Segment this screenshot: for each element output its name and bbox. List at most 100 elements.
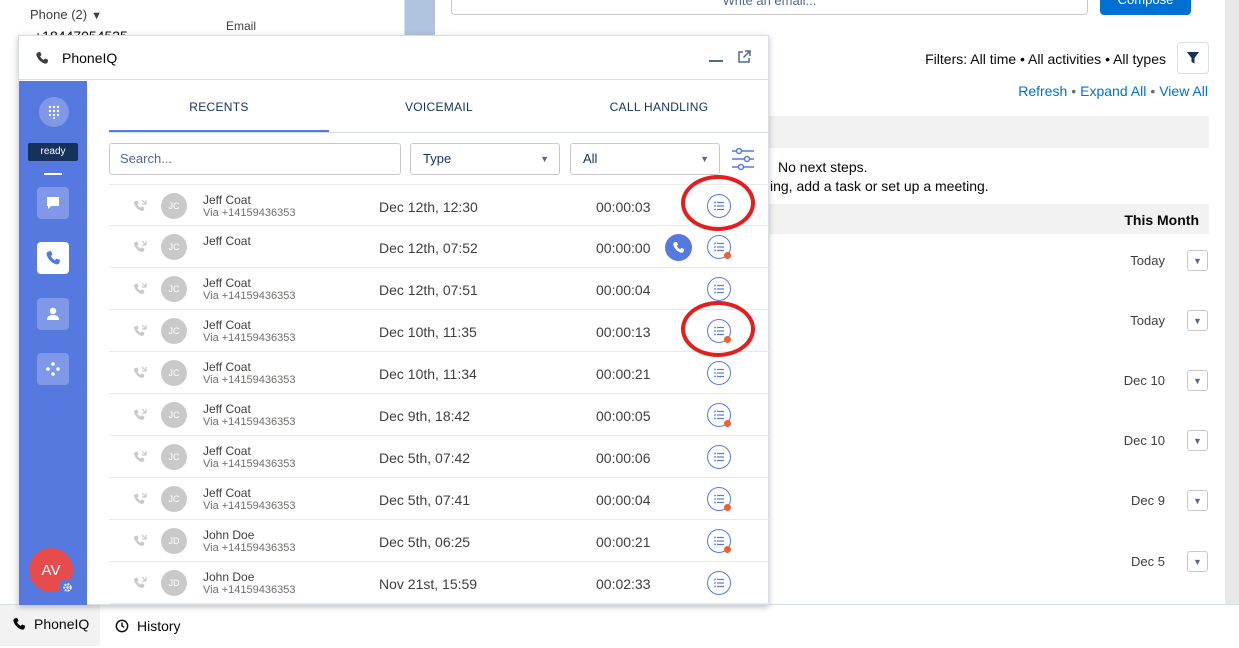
clock-icon [115, 619, 129, 632]
contact-name[interactable]: Jeff Coat [203, 276, 251, 290]
contact-initials: JC [161, 193, 187, 219]
filter-icon [1187, 52, 1199, 64]
call-row[interactable]: JC Jeff Coat Via +14159436353 Dec 10th, 11:… [109, 352, 769, 394]
contact-initials: JC [161, 318, 187, 344]
via-number: Via +14159436353 [203, 542, 296, 554]
contact-name[interactable]: Jeff Coat [203, 360, 251, 374]
call-date: Dec 12th, 07:51 [379, 282, 478, 298]
timeline-item-menu-button[interactable]: ▼ [1187, 250, 1208, 271]
call-duration: 00:00:13 [596, 324, 651, 340]
call-notes-button[interactable] [707, 277, 731, 301]
missed-call-icon [134, 199, 147, 211]
timeline-item-date: Today [1130, 313, 1165, 328]
minimize-icon[interactable] [709, 60, 723, 62]
contact-name[interactable]: John Doe [203, 570, 254, 584]
phone-field-label[interactable]: Phone (2) ▼ [30, 7, 102, 22]
recents-content: RECENTS VOICEMAIL CALL HANDLING Search..… [88, 81, 769, 605]
sliders-icon[interactable] [731, 146, 755, 172]
phone-icon [673, 241, 685, 253]
call-row[interactable]: JD John Doe Via +14159436353 Dec 5th, 06:25… [109, 520, 769, 562]
refresh-link[interactable]: Refresh [1018, 83, 1067, 99]
popout-icon[interactable] [737, 50, 751, 64]
list-icon [713, 577, 725, 589]
timeline-item-menu-button[interactable]: ▼ [1187, 430, 1208, 451]
call-row[interactable]: JC Jeff Coat Via +14159436353 Dec 5th, 07:4… [109, 436, 769, 478]
call-notes-button[interactable] [707, 361, 731, 385]
call-back-button[interactable] [665, 234, 692, 261]
call-notes-button[interactable] [707, 571, 731, 595]
tab-call-handling[interactable]: CALL HANDLING [549, 81, 769, 132]
call-row[interactable]: JC Jeff Coat Via +14159436353 Dec 12th, 12:… [109, 184, 769, 226]
contact-name[interactable]: Jeff Coat [203, 486, 251, 500]
contact-initials: JC [161, 360, 187, 386]
list-icon [713, 535, 725, 547]
status-divider [44, 173, 62, 175]
missed-call-icon [134, 240, 147, 252]
notes-indicator-dot [724, 252, 731, 259]
contact-name[interactable]: Jeff Coat [203, 444, 251, 458]
phoneiq-sidebar: ready AV [19, 81, 87, 605]
gear-icon[interactable] [59, 579, 75, 595]
call-row[interactable]: JC Jeff Coat Dec 12th, 07:52 00:00:00 [109, 226, 769, 268]
timeline-item-menu-button[interactable]: ▼ [1187, 310, 1208, 331]
call-row[interactable]: JC Jeff Coat Via +14159436353 Dec 9th, 18:4… [109, 394, 769, 436]
search-input[interactable]: Search... [109, 143, 401, 175]
call-date: Dec 10th, 11:35 [379, 324, 477, 340]
via-number: Via +14159436353 [203, 332, 296, 344]
scope-select[interactable]: All ▼ [570, 143, 720, 175]
tab-voicemail[interactable]: VOICEMAIL [329, 81, 549, 132]
call-duration: 00:02:33 [596, 576, 651, 592]
email-compose-input[interactable]: Write an email... [451, 0, 1088, 15]
contacts-button[interactable] [37, 298, 69, 330]
scope-select-value: All [583, 151, 598, 166]
view-all-link[interactable]: View All [1159, 83, 1208, 99]
list-icon [713, 409, 725, 421]
integrations-button[interactable] [37, 353, 69, 385]
call-duration: 00:00:00 [596, 240, 651, 256]
timeline-item-menu-button[interactable]: ▼ [1187, 490, 1208, 511]
tab-recents[interactable]: RECENTS [109, 81, 329, 132]
utility-phoneiq-tab[interactable]: PhoneIQ [0, 605, 100, 646]
contact-initials: JC [161, 276, 187, 302]
messages-button[interactable] [37, 187, 69, 219]
missed-call-icon [134, 324, 147, 336]
chevron-down-icon[interactable]: ▼ [91, 10, 102, 22]
call-row[interactable]: JC Jeff Coat Via +14159436353 Dec 10th, 11:… [109, 310, 769, 352]
timeline-item-date: Dec 5 [1131, 554, 1165, 569]
filter-button[interactable] [1177, 42, 1209, 74]
compose-button[interactable]: Compose [1100, 0, 1191, 15]
contact-name[interactable]: Jeff Coat [203, 234, 251, 248]
dialpad-button[interactable] [39, 97, 69, 127]
utility-history-tab[interactable]: History [115, 605, 181, 646]
call-date: Dec 9th, 18:42 [379, 408, 471, 424]
contact-name[interactable]: John Doe [203, 528, 254, 542]
phone-icon [46, 251, 60, 265]
contact-name[interactable]: Jeff Coat [203, 402, 251, 416]
call-row[interactable]: JC Jeff Coat Via +14159436353 Dec 5th, 07:4… [109, 478, 769, 520]
call-row[interactable]: JC Jeff Coat Via +14159436353 Dec 12th, 07:… [109, 268, 769, 310]
via-number: Via +14159436353 [203, 207, 296, 219]
contact-initials: JD [161, 528, 187, 554]
timeline-item-date: Dec 9 [1131, 493, 1165, 508]
no-next-steps-text: No next steps. [778, 159, 868, 175]
call-row[interactable]: JD John Doe Via +14159436353 Nov 21st, 15:5… [109, 562, 769, 604]
timeline-item-menu-button[interactable]: ▼ [1187, 551, 1208, 572]
call-date: Dec 12th, 07:52 [379, 240, 478, 256]
via-number: Via +14159436353 [203, 416, 296, 428]
status-badge[interactable]: ready [28, 143, 78, 161]
call-notes-button[interactable] [707, 445, 731, 469]
utility-bar: PhoneIQ History [0, 604, 1239, 648]
panel-header: PhoneIQ [19, 36, 768, 80]
page-scrollbar[interactable] [1225, 0, 1239, 605]
call-date: Dec 12th, 12:30 [379, 199, 478, 215]
call-duration: 00:00:05 [596, 408, 651, 424]
type-select[interactable]: Type ▼ [410, 143, 560, 175]
calls-button[interactable] [37, 242, 69, 274]
timeline-item-menu-button[interactable]: ▼ [1187, 370, 1208, 391]
call-duration: 00:00:21 [596, 534, 651, 550]
notes-indicator-dot [724, 546, 731, 553]
expand-all-link[interactable]: Expand All [1080, 83, 1146, 99]
contact-name[interactable]: Jeff Coat [203, 193, 251, 207]
contact-name[interactable]: Jeff Coat [203, 318, 251, 332]
via-number: Via +14159436353 [203, 290, 296, 302]
